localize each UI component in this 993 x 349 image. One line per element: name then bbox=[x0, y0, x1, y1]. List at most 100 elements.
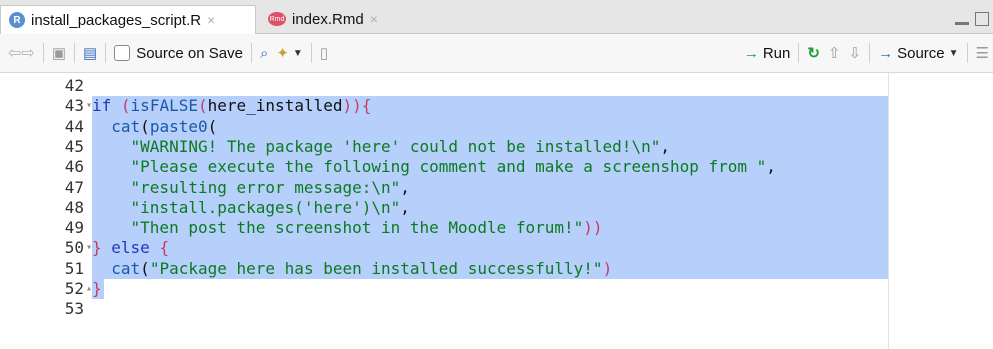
code-token: ) bbox=[602, 258, 613, 278]
code-line[interactable]: 52 ▴} bbox=[0, 279, 993, 299]
line-number: 48 bbox=[64, 197, 84, 217]
code-token: "Then post the screenshot in the Moodle … bbox=[130, 218, 584, 238]
maximize-pane-icon[interactable] bbox=[975, 12, 989, 26]
code-token: ( bbox=[140, 258, 150, 278]
line-number: 43 bbox=[64, 96, 84, 116]
outline-icon[interactable]: ▯ bbox=[320, 44, 328, 62]
code-line[interactable]: 50 ▾} else { bbox=[0, 238, 993, 260]
code-token: , bbox=[400, 177, 410, 197]
code-token: , bbox=[660, 136, 670, 156]
code-token: "Package here has been installed success… bbox=[149, 258, 603, 278]
chunk-up-icon[interactable]: ⇧ bbox=[828, 44, 841, 62]
selection-highlight bbox=[92, 238, 888, 260]
code-line[interactable]: 44 cat(paste0( bbox=[0, 116, 993, 138]
code-line[interactable]: 43 ▾ if (isFALSE(here_installed)){ bbox=[0, 96, 993, 118]
divider bbox=[966, 43, 968, 63]
code-token: else bbox=[111, 238, 150, 258]
code-token: )) bbox=[583, 218, 603, 238]
divider bbox=[105, 43, 107, 63]
code-line[interactable]: 48 "install.packages('here')\n", bbox=[0, 197, 993, 219]
line-number: 45 bbox=[64, 136, 84, 156]
chunk-down-icon[interactable]: ⇩ bbox=[849, 44, 862, 62]
code-token: )) bbox=[342, 96, 362, 116]
line-number: 53 bbox=[64, 299, 84, 319]
code-line[interactable]: 53 bbox=[0, 299, 993, 319]
code-editor[interactable]: 42 43 ▾ if (isFALSE(here_installed)){44 cat… bbox=[0, 73, 993, 349]
line-number: 44 bbox=[64, 116, 84, 136]
code-token: ( bbox=[207, 116, 218, 136]
code-token: cat bbox=[111, 258, 141, 278]
code-line[interactable]: 49 "Then post the screenshot in the Mood… bbox=[0, 218, 993, 239]
magic-wand-icon[interactable]: ✦ bbox=[276, 44, 289, 62]
search-icon[interactable]: ⌕ bbox=[260, 45, 268, 62]
code-text: "WARNING! The package 'here' could not b… bbox=[92, 137, 670, 157]
code-token: here_installed bbox=[207, 96, 343, 116]
code-token: if bbox=[92, 96, 112, 116]
chevron-down-icon[interactable]: ▼ bbox=[293, 48, 303, 59]
code-token: "resulting error message:\n" bbox=[130, 177, 401, 197]
code-text: cat("Package here has been installed suc… bbox=[92, 259, 612, 279]
divider bbox=[869, 43, 871, 63]
tab-index-rmd[interactable]: Rmd index.Rmd × bbox=[260, 5, 400, 33]
line-number: 42 bbox=[64, 76, 84, 95]
editor-toolbar: ⇦ ⇨ ▣ ▤ Source on Save ⌕ ✦ ▼ ▯ → Run ↻ ⇧… bbox=[0, 34, 993, 73]
code-token: isFALSE bbox=[130, 96, 198, 116]
code-token: "WARNING! The package 'here' could not b… bbox=[130, 136, 661, 156]
code-text: "Please execute the following comment an… bbox=[92, 157, 776, 177]
line-number: 46 bbox=[64, 157, 84, 177]
code-text: if (isFALSE(here_installed)){ bbox=[92, 96, 371, 116]
forward-arrow-icon[interactable]: ⇨ bbox=[21, 43, 34, 63]
tab-install-packages-script[interactable]: R install_packages_script.R × bbox=[0, 5, 256, 34]
save-icon[interactable]: ▤ bbox=[83, 44, 97, 62]
chevron-down-icon[interactable]: ▼ bbox=[949, 48, 959, 59]
minimize-pane-icon[interactable] bbox=[955, 22, 969, 25]
source-on-save-checkbox[interactable] bbox=[114, 45, 131, 61]
run-arrow-icon: → bbox=[743, 44, 759, 62]
code-text: } else { bbox=[92, 238, 169, 258]
code-line[interactable]: 42 bbox=[0, 76, 993, 96]
code-line[interactable]: 46 "Please execute the following comment… bbox=[0, 157, 993, 178]
pane-controls bbox=[955, 12, 989, 26]
close-tab-icon[interactable]: × bbox=[207, 12, 215, 28]
divider bbox=[310, 43, 312, 63]
source-label: Source bbox=[897, 44, 945, 62]
source-button[interactable]: → Source ▼ bbox=[878, 45, 958, 62]
line-number: 49 bbox=[64, 218, 84, 238]
rmd-file-icon: Rmd bbox=[268, 12, 286, 26]
divider bbox=[798, 43, 800, 63]
line-number: 47 bbox=[64, 177, 84, 197]
code-token: } bbox=[92, 279, 102, 298]
editor-tabbar: R install_packages_script.R × Rmd index.… bbox=[0, 0, 993, 34]
code-token: , bbox=[400, 197, 410, 217]
code-token: ( bbox=[120, 96, 131, 116]
code-token: , bbox=[766, 157, 776, 177]
source-on-save-label: Source on Save bbox=[136, 44, 243, 62]
rerun-icon[interactable]: ↻ bbox=[807, 44, 820, 62]
menu-icon[interactable]: ☰ bbox=[976, 44, 989, 62]
tab-label: install_packages_script.R bbox=[31, 11, 202, 29]
close-tab-icon[interactable]: × bbox=[370, 11, 378, 27]
back-arrow-icon[interactable]: ⇦ bbox=[8, 43, 21, 63]
source-on-save-toggle[interactable]: Source on Save bbox=[114, 45, 243, 62]
code-token: "install.packages('here')\n" bbox=[130, 197, 401, 217]
code-token: ( bbox=[197, 96, 208, 116]
code-text: "install.packages('here')\n", bbox=[92, 198, 410, 218]
code-line[interactable]: 45 "WARNING! The package 'here' could no… bbox=[0, 136, 993, 158]
code-line[interactable]: 47 "resulting error message:\n", bbox=[0, 177, 993, 199]
code-token: paste0 bbox=[149, 116, 208, 136]
divider bbox=[74, 43, 75, 63]
code-line[interactable]: 51 cat("Package here has been installed … bbox=[0, 258, 993, 280]
line-number: 50 bbox=[64, 238, 84, 258]
code-token: ( bbox=[140, 116, 150, 136]
show-in-window-icon[interactable]: ▣ bbox=[52, 44, 66, 62]
code-text: "Then post the screenshot in the Moodle … bbox=[92, 218, 603, 238]
run-button[interactable]: → Run bbox=[744, 45, 791, 62]
